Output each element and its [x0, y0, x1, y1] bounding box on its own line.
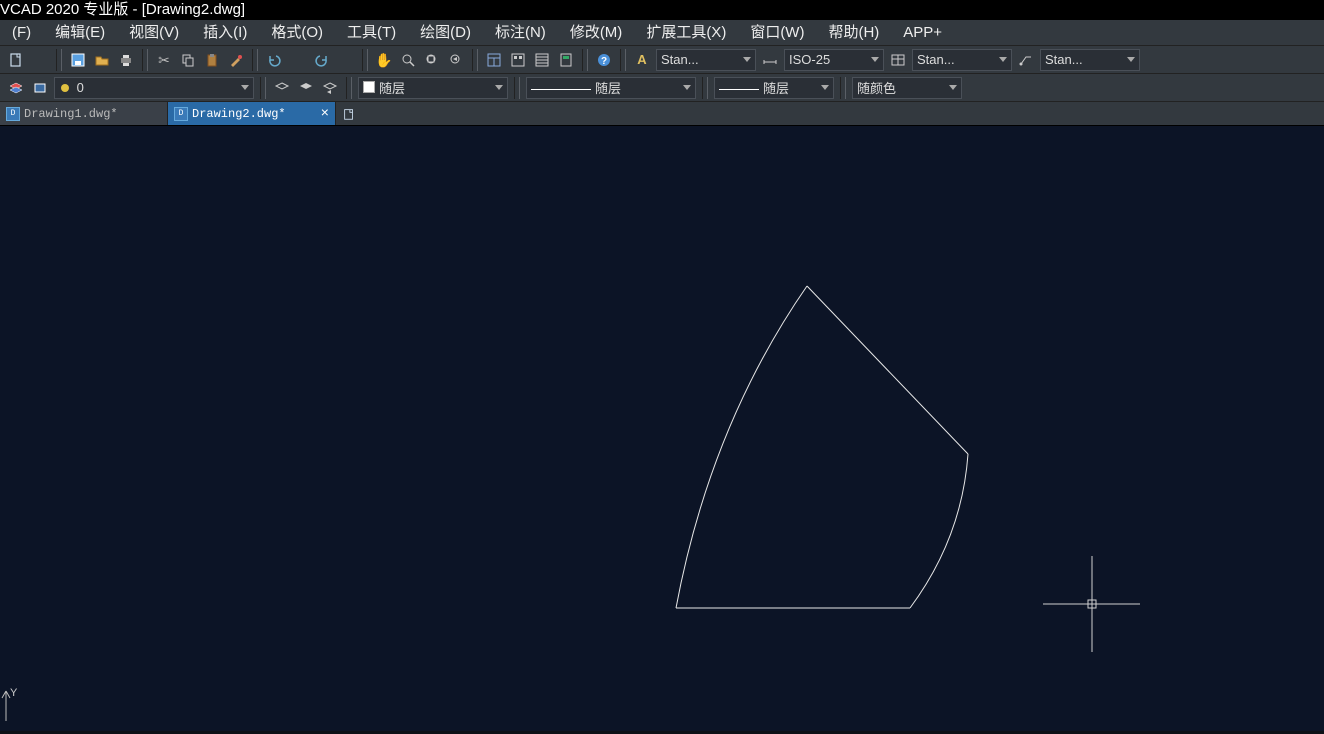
- textstyle-value: Stan...: [661, 52, 699, 67]
- mleaderstyle-value: Stan...: [1045, 52, 1083, 67]
- textstyle-icon[interactable]: A: [632, 50, 652, 70]
- doc-tab[interactable]: D Drawing1.dwg*: [0, 102, 168, 125]
- dimstyle-value: ISO-25: [789, 52, 830, 67]
- properties-icon[interactable]: [484, 50, 504, 70]
- pan-icon[interactable]: ✋: [374, 50, 394, 70]
- lineweight-label: 随层: [719, 78, 789, 97]
- dimstyle-combo[interactable]: ISO-25: [784, 49, 884, 71]
- zoom-window-icon[interactable]: [422, 50, 442, 70]
- menu-edit[interactable]: 编辑(E): [43, 20, 117, 46]
- linetype-label: 随层: [531, 78, 621, 97]
- undo-icon[interactable]: [264, 50, 284, 70]
- color-label: 随颜色: [857, 78, 896, 97]
- menu-file[interactable]: (F): [0, 20, 43, 46]
- menu-window[interactable]: 窗口(W): [738, 20, 816, 46]
- zoom-realtime-icon[interactable]: [398, 50, 418, 70]
- textstyle-combo[interactable]: Stan...: [656, 49, 756, 71]
- tablestyle-icon[interactable]: [888, 50, 908, 70]
- menu-ext[interactable]: 扩展工具(X): [634, 20, 738, 46]
- new-tab-button[interactable]: [336, 102, 362, 125]
- menu-format[interactable]: 格式(O): [259, 20, 335, 46]
- doc-tab-label: Drawing2.dwg*: [192, 107, 286, 121]
- tool-palette-icon[interactable]: [532, 50, 552, 70]
- cut-icon[interactable]: ✂: [154, 50, 174, 70]
- svg-text:Y: Y: [10, 687, 18, 699]
- help-icon[interactable]: ?: [594, 50, 614, 70]
- calc-icon[interactable]: [556, 50, 576, 70]
- zoom-prev-icon[interactable]: [446, 50, 466, 70]
- layer-uniso-icon[interactable]: [296, 78, 316, 98]
- doc-tab[interactable]: D Drawing2.dwg* ×: [168, 102, 336, 125]
- dropdown-arrow-icon[interactable]: [30, 50, 50, 70]
- menu-tools[interactable]: 工具(T): [335, 20, 408, 46]
- doc-tab-label: Drawing1.dwg*: [24, 107, 118, 121]
- design-center-icon[interactable]: [508, 50, 528, 70]
- color-combo[interactable]: 随颜色: [852, 77, 962, 99]
- undo-dropdown-icon[interactable]: [288, 50, 308, 70]
- menu-dim[interactable]: 标注(N): [483, 20, 558, 46]
- document-tab-row: D Drawing1.dwg* D Drawing2.dwg* ×: [0, 102, 1324, 126]
- menu-help[interactable]: 帮助(H): [816, 20, 891, 46]
- save-icon[interactable]: [68, 50, 88, 70]
- linetype-combo[interactable]: 随层: [526, 77, 696, 99]
- drawing-canvas[interactable]: Y: [0, 126, 1324, 731]
- print-icon[interactable]: [116, 50, 136, 70]
- dwg-file-icon: D: [6, 107, 20, 121]
- linetype-layer-label: 随层: [363, 78, 405, 97]
- layer-iso-icon[interactable]: [272, 78, 292, 98]
- toolbar-row-2: 0 随层 随层 随层 随颜色: [0, 74, 1324, 102]
- open-icon[interactable]: [92, 50, 112, 70]
- new-icon[interactable]: [6, 50, 26, 70]
- lineweight-combo[interactable]: 随层: [714, 77, 834, 99]
- close-tab-icon[interactable]: ×: [321, 106, 329, 122]
- layer-prev-icon[interactable]: [320, 78, 340, 98]
- svg-text:?: ?: [601, 56, 607, 67]
- app-title: VCAD 2020 专业版 - [Drawing2.dwg]: [0, 1, 245, 18]
- title-bar: VCAD 2020 专业版 - [Drawing2.dwg]: [0, 0, 1324, 20]
- layer-zero-label: 0: [59, 80, 84, 95]
- mleaderstyle-combo[interactable]: Stan...: [1040, 49, 1140, 71]
- menu-modify[interactable]: 修改(M): [558, 20, 635, 46]
- tablestyle-value: Stan...: [917, 52, 955, 67]
- mleaderstyle-icon[interactable]: [1016, 50, 1036, 70]
- dimstyle-icon[interactable]: [760, 50, 780, 70]
- redo-dropdown-icon[interactable]: [336, 50, 356, 70]
- toolbar-row-1: ✂ ✋ ? A Stan... ISO-25 Stan... Stan...: [0, 46, 1324, 74]
- copy-icon[interactable]: [178, 50, 198, 70]
- menu-view[interactable]: 视图(V): [117, 20, 191, 46]
- layer-state-icon[interactable]: [30, 78, 50, 98]
- menu-app[interactable]: APP+: [891, 20, 954, 46]
- paste-icon[interactable]: [202, 50, 222, 70]
- layer-combo[interactable]: 0: [54, 77, 254, 99]
- menu-insert[interactable]: 插入(I): [191, 20, 259, 46]
- layer-prop-icon[interactable]: [6, 78, 26, 98]
- tablestyle-combo[interactable]: Stan...: [912, 49, 1012, 71]
- linetype-layer-combo[interactable]: 随层: [358, 77, 508, 99]
- redo-icon[interactable]: [312, 50, 332, 70]
- menu-draw[interactable]: 绘图(D): [408, 20, 483, 46]
- dwg-file-icon: D: [174, 107, 188, 121]
- menu-bar: (F)编辑(E)视图(V)插入(I)格式(O)工具(T)绘图(D)标注(N)修改…: [0, 20, 1324, 46]
- match-prop-icon[interactable]: [226, 50, 246, 70]
